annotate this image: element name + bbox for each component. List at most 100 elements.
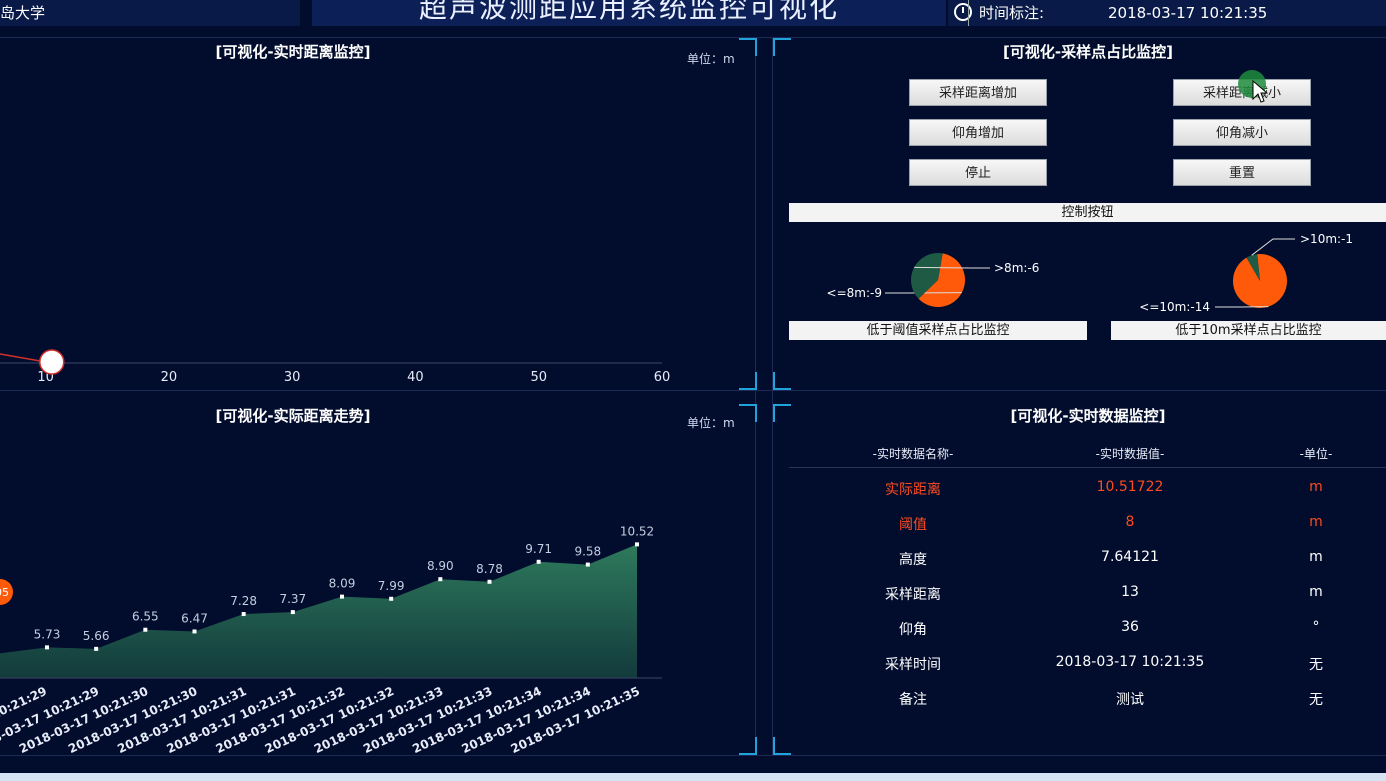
pie-slice-label: >10m:-1 (1300, 232, 1353, 246)
trend-point (635, 542, 639, 547)
reset-button[interactable]: 重置 (1173, 159, 1311, 186)
corner-bracket (739, 737, 757, 755)
pie-slice-label: <=10m:-14 (1139, 300, 1210, 314)
col-header-unit: -单位- (1299, 447, 1333, 461)
decrease-angle-button[interactable]: 仰角减小 (1173, 119, 1311, 146)
corner-bracket (739, 404, 757, 422)
trend-point (94, 646, 99, 651)
distance-trend-chart: 5.73 5.66 6.55 6.47 7.28 7.37 8.09 7.99 8.90 8.78… (0, 524, 662, 756)
corner-bracket (773, 737, 791, 755)
table-cell-value: 测试 (1116, 692, 1144, 708)
trend-point (241, 612, 246, 617)
separator (968, 0, 969, 26)
table-header-rule (789, 467, 1386, 468)
trend-point (290, 610, 295, 615)
corner-bracket (773, 372, 791, 390)
table-cell-name: 高度 (899, 552, 927, 568)
table-cell-unit: m (1309, 514, 1323, 530)
table-cell-unit: ° (1312, 619, 1320, 635)
threshold-pie-caption: 低于阈值采样点占比监控 (789, 321, 1087, 340)
table-cell-name: 采样距离 (885, 587, 941, 603)
table-cell-unit: m (1309, 479, 1323, 495)
increase-angle-button[interactable]: 仰角增加 (909, 119, 1047, 146)
trend-point (389, 596, 394, 601)
table-cell-name: 实际距离 (885, 482, 941, 498)
sample-ratio-title: [可视化-采样点占比监控] (1003, 43, 1173, 61)
table-cell-value: 36 (1121, 619, 1139, 635)
trend-value-label: 7.99 (378, 579, 405, 593)
pie-slice-label: <=8m:-9 (827, 286, 882, 300)
trend-value-label: 9.71 (525, 542, 552, 556)
corner-bracket (773, 38, 791, 56)
corner-bracket (773, 404, 791, 422)
realtime-distance-title: [可视化-实时距离监控] (215, 43, 371, 61)
increase-distance-button[interactable]: 采样距离增加 (909, 79, 1047, 106)
corner-bracket (739, 38, 757, 56)
trend-point (585, 562, 590, 567)
table-cell-value: 13 (1121, 584, 1139, 600)
org-name: 岛大学 (0, 4, 46, 22)
trend-area (0, 544, 637, 678)
table-cell-name: 采样时间 (885, 657, 941, 673)
corner-bracket (739, 372, 757, 390)
trend-value-label: 7.37 (279, 592, 306, 606)
trend-point (192, 629, 197, 634)
distance-point (39, 349, 65, 375)
trend-value-label: 10.52 (620, 524, 654, 538)
divider-top (0, 37, 1386, 38)
time-value: 2018-03-17 10:21:35 (1108, 4, 1268, 22)
table-cell-value: 2018-03-17 10:21:35 (1055, 654, 1205, 670)
x-tick-label: 30 (284, 370, 301, 385)
col-header-name: -实时数据名称- (872, 447, 954, 461)
taskbar (0, 773, 1386, 781)
table-cell-value: 8 (1125, 514, 1135, 530)
table-cell-unit: 无 (1309, 657, 1323, 673)
trend-point (340, 594, 344, 599)
table-cell-unit: m (1309, 584, 1323, 600)
trend-point (536, 559, 541, 564)
trend-point (45, 645, 49, 650)
trend-value-label: 9.58 (574, 545, 601, 559)
ten-m-pie: <=10m:-14 >10m:-1 (1139, 232, 1353, 314)
trend-point (438, 577, 443, 582)
header-org: 岛大学 (0, 0, 300, 26)
trend-value-label: 8.09 (329, 577, 356, 591)
trend-value-label: 6.55 (132, 610, 159, 624)
trend-value-label: 7.28 (230, 594, 257, 608)
pie-leader-line (1251, 238, 1295, 256)
threshold-pie: <=8m:-9 >8m:-6 (827, 253, 1039, 307)
trend-point (487, 579, 492, 584)
table-cell-value: 7.64121 (1101, 549, 1159, 565)
pie-leader-line (914, 266, 990, 269)
header-title-bar: 超声波测距应用系统监控可视化 (312, 0, 946, 26)
realtime-distance-unit: 单位：m (687, 52, 735, 66)
clock-icon (954, 3, 972, 21)
trend-point (143, 627, 148, 632)
realtime-distance-chart: 10 20 30 40 50 60 (0, 349, 671, 385)
x-tick-label: 50 (530, 370, 547, 385)
divider-middle (0, 390, 1386, 391)
trend-value-label: 6.47 (181, 611, 208, 625)
table-cell-name: 备注 (899, 692, 927, 708)
trend-value-label: 8.78 (476, 562, 503, 576)
col-header-value: -实时数据值- (1095, 447, 1165, 461)
x-tick-label: 40 (407, 370, 424, 385)
time-label: 时间标注: (979, 4, 1045, 22)
x-tick-label: 20 (161, 370, 178, 385)
page-title: 超声波测距应用系统监控可视化 (418, 0, 839, 24)
pie-slice-label: >8m:-6 (994, 261, 1039, 275)
header-time: 时间标注: 2018-03-17 10:21:35 (948, 0, 1386, 26)
x-tick-label: 60 (654, 370, 671, 385)
divider-left-col (755, 37, 756, 755)
stop-button[interactable]: 停止 (909, 159, 1047, 186)
table-cell-unit: 无 (1309, 692, 1323, 708)
realtime-data-title: [可视化-实时数据监控] (1010, 407, 1166, 425)
trend-marker-label: 05 (0, 586, 9, 599)
divider-right-col (772, 37, 773, 755)
table-cell-name: 仰角 (899, 622, 927, 638)
table-cell-value: 10.51722 (1096, 479, 1164, 495)
ratio-pies: <=8m:-9 >8m:-6 <=10m:-14 >10m:-1 (827, 232, 1353, 314)
control-buttons-caption: 控制按钮 (789, 203, 1386, 222)
trend-value-label: 8.90 (427, 559, 454, 573)
trend-value-label: 5.73 (34, 627, 61, 641)
